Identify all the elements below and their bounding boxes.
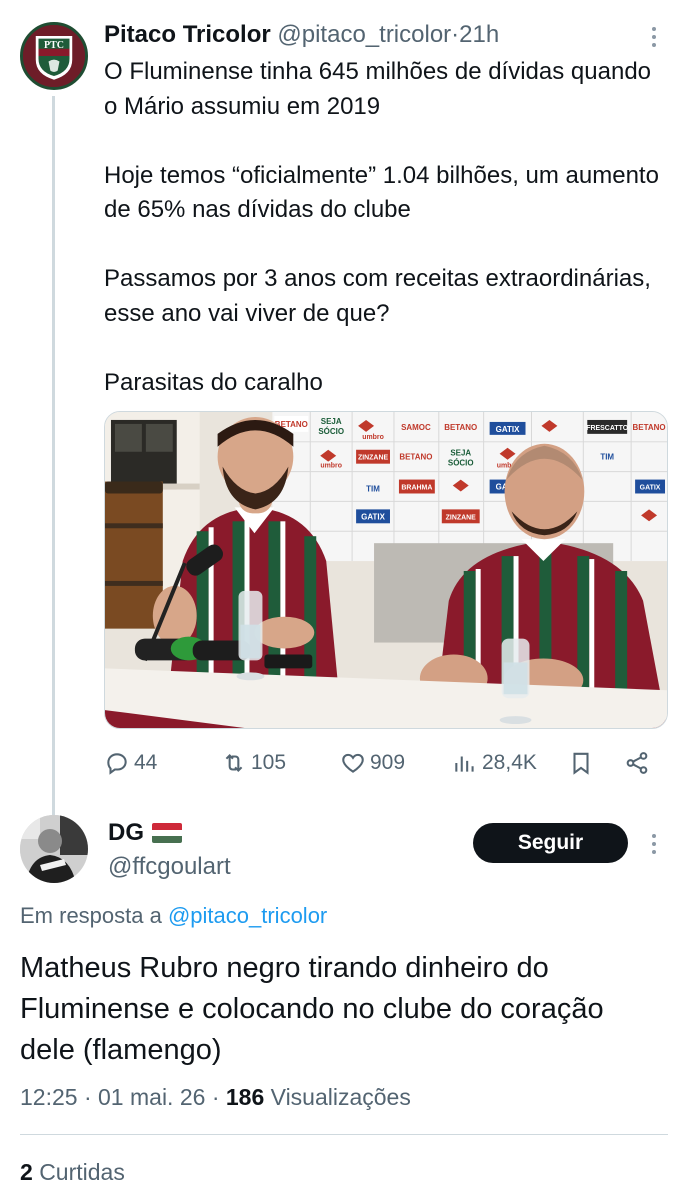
- likes-label: Curtidas: [39, 1159, 125, 1185]
- thread-line: [52, 96, 55, 816]
- separator: ·: [211, 1084, 220, 1110]
- avatar[interactable]: [20, 815, 88, 883]
- replying-to-link[interactable]: @pitaco_tricolor: [168, 903, 327, 928]
- more-options-icon[interactable]: [642, 22, 666, 52]
- sponsor-label: SAMOC: [401, 423, 431, 432]
- sponsor-label: BETANO: [444, 423, 477, 432]
- hungary-flag-icon: [152, 823, 182, 843]
- separator: ·: [451, 21, 460, 48]
- press-conference-photo: BETANO SEJA SÓCIO umbro SAMOC BETANO GAT…: [105, 412, 667, 728]
- bookmark-icon: [573, 752, 589, 775]
- sponsor-label: BETANO: [399, 453, 432, 462]
- bookmark-button[interactable]: [568, 745, 594, 781]
- avatar-text: PTC: [44, 40, 64, 51]
- author-handle[interactable]: @pitaco_tricolor: [277, 21, 451, 48]
- sponsor-label: ZINZANE: [446, 514, 477, 521]
- sponsor-label: GATIX: [361, 512, 385, 521]
- tweet-actions: 44 105 909 28,4K: [104, 745, 668, 781]
- tweet-text: O Fluminense tinha 645 milhões de dívida…: [104, 55, 664, 400]
- retweet-button[interactable]: 105: [221, 745, 286, 781]
- user-avatar-photo: [20, 815, 88, 883]
- tweet-paragraph: O Fluminense tinha 645 milhões de dívida…: [104, 58, 652, 120]
- avatar[interactable]: PTC: [20, 22, 88, 90]
- sponsor-label: TIM: [366, 485, 380, 494]
- views-label: Visualizações: [270, 1084, 411, 1110]
- post-time[interactable]: 12:25: [20, 1084, 78, 1110]
- replying-to: Em resposta a @pitaco_tricolor: [20, 901, 327, 931]
- reply-text: Matheus Rubro negro tirando dinheiro do …: [20, 952, 604, 1066]
- sponsor-label: SÓCIO: [318, 427, 344, 436]
- share-icon: [626, 752, 648, 774]
- divider: [20, 1134, 668, 1135]
- share-button[interactable]: [624, 745, 650, 781]
- tweet[interactable]: PTC Pitaco Tricolor @pitaco_tricolor·21h…: [0, 0, 688, 816]
- tweet-header: Pitaco Tricolor @pitaco_tricolor·21h: [104, 20, 499, 50]
- separator: ·: [83, 1084, 92, 1110]
- like-count: 909: [370, 751, 406, 774]
- reply-button[interactable]: 44: [104, 745, 157, 781]
- reply-author: DG: [108, 818, 182, 848]
- tweet-image[interactable]: BETANO SEJA SÓCIO umbro SAMOC BETANO GAT…: [104, 411, 668, 729]
- more-options-icon[interactable]: [642, 829, 666, 859]
- replying-prefix: Em resposta a: [20, 903, 162, 928]
- author-name[interactable]: Pitaco Tricolor: [104, 21, 271, 48]
- timestamp[interactable]: 21h: [459, 21, 499, 48]
- sponsor-label: GATIX: [640, 485, 661, 492]
- retweet-count: 105: [251, 751, 287, 774]
- views-count: 186: [225, 1084, 265, 1110]
- author-name[interactable]: DG: [108, 818, 144, 848]
- heart-icon: [342, 753, 364, 773]
- likes-link[interactable]: 2 Curtidas: [20, 1157, 125, 1187]
- tweet-paragraph: Hoje temos “oficialmente” 1.04 bilhões, …: [104, 161, 659, 224]
- sponsor-label: umbro: [362, 434, 384, 441]
- retweet-icon: [225, 753, 243, 773]
- sponsor-label: SEJA: [321, 417, 342, 426]
- follow-button[interactable]: Seguir: [473, 823, 628, 863]
- sponsor-label: TIM: [600, 453, 614, 462]
- post-date[interactable]: 01 mai. 26: [98, 1084, 205, 1110]
- tweet-paragraph: Parasitas do caralho: [104, 368, 323, 396]
- sponsor-label: FRESCATTO: [586, 425, 628, 432]
- sponsor-label: SEJA: [450, 449, 471, 458]
- reply-icon: [107, 753, 127, 775]
- reply-count: 44: [134, 751, 158, 774]
- views-count: 28,4K: [482, 751, 537, 774]
- sponsor-label: GATIX: [496, 425, 520, 434]
- tweet-meta: 12:25 · 01 mai. 26 · 186 Visualizações: [20, 1082, 411, 1112]
- analytics-icon: [455, 756, 474, 772]
- sponsor-label: BRAHMA: [401, 485, 432, 492]
- views-button[interactable]: 28,4K: [452, 745, 537, 781]
- author-handle[interactable]: @ffcgoulart: [108, 852, 231, 882]
- ptc-logo-icon: PTC: [23, 25, 85, 87]
- tweet-paragraph: Passamos por 3 anos com receitas extraor…: [104, 265, 651, 327]
- sponsor-label: ZINZANE: [358, 455, 389, 462]
- sponsor-label: BETANO: [633, 423, 666, 432]
- sponsor-label: umbro: [320, 463, 342, 470]
- like-button[interactable]: 909: [340, 745, 405, 781]
- sponsor-label: SÓCIO: [448, 459, 474, 468]
- likes-count: 2: [20, 1159, 33, 1185]
